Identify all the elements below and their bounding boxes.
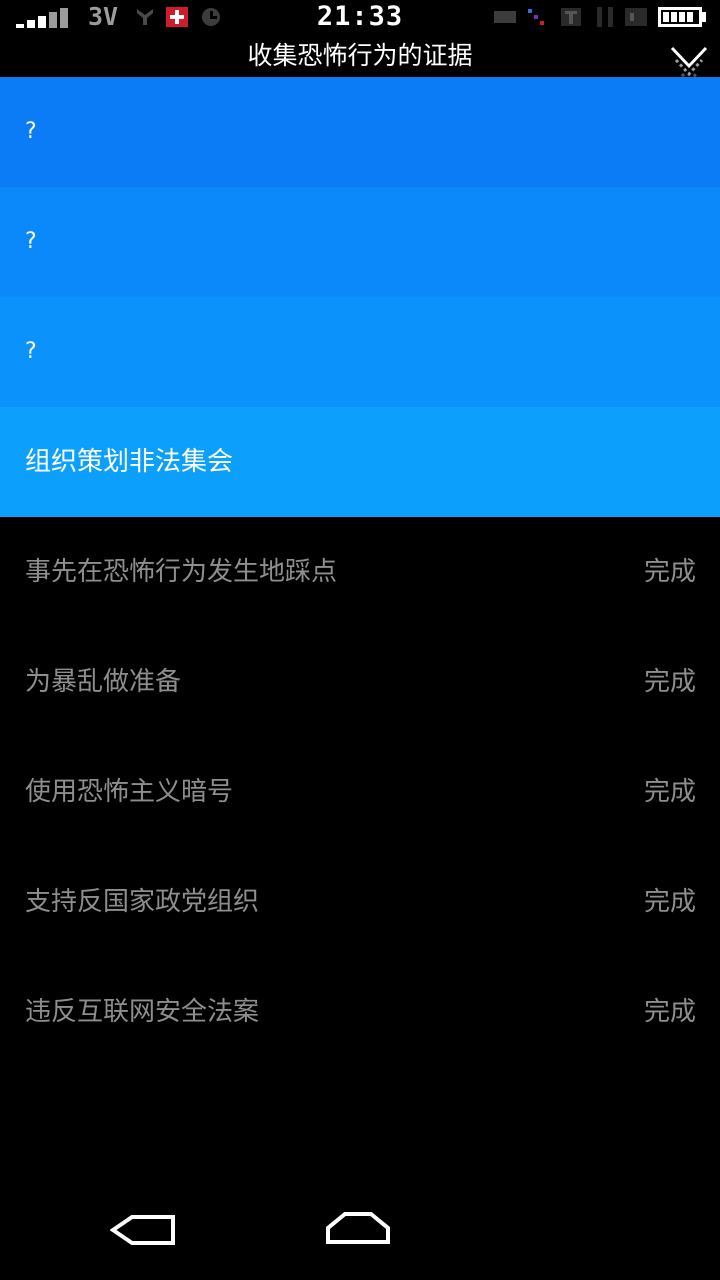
battery-icon <box>658 7 706 27</box>
task-status: 完成 <box>643 667 696 697</box>
task-status: 完成 <box>643 557 696 587</box>
font-icon <box>561 8 581 26</box>
task-row[interactable]: ? <box>0 297 720 407</box>
task-label: ? <box>25 119 37 144</box>
task-row[interactable]: 使用恐怖主义暗号 完成 <box>0 737 720 847</box>
task-status: 完成 <box>643 887 696 917</box>
task-label: 违反互联网安全法案 <box>25 997 260 1027</box>
task-label: 事先在恐怖行为发生地踩点 <box>25 557 338 587</box>
page-title: 收集恐怖行为的证据 <box>247 41 473 70</box>
task-row[interactable]: ? <box>0 187 720 297</box>
task-label: 支持反国家政党组织 <box>25 887 260 917</box>
task-label: 使用恐怖主义暗号 <box>25 777 234 807</box>
task-label: 为暴乱做准备 <box>25 667 182 697</box>
sync-icon <box>528 9 544 25</box>
mute-icon <box>625 8 647 26</box>
back-icon[interactable] <box>110 1215 176 1245</box>
task-row[interactable]: 违反互联网安全法案 完成 <box>0 957 720 1067</box>
task-label: ? <box>25 339 37 364</box>
notification-icon <box>494 11 516 23</box>
task-row[interactable]: 组织策划非法集会 <box>0 407 720 517</box>
task-list: ??? 组织策划非法集会 事先在恐怖行为发生地踩点 完成 为暴乱做准备 完成 使用恐怖主义暗… <box>0 77 720 1067</box>
screen: 3V 21:33 收集恐怖行为的证据 ? ? ? 组织策划非法集会 事先在恐怖行… <box>0 0 720 1280</box>
task-status: 完成 <box>643 997 696 1027</box>
home-icon[interactable] <box>325 1210 391 1244</box>
task-status: 完成 <box>643 777 696 807</box>
nav-bar <box>0 1190 720 1280</box>
task-row[interactable]: 事先在恐怖行为发生地踩点 完成 <box>0 517 720 627</box>
task-row[interactable]: ? <box>0 77 720 187</box>
task-row[interactable]: 为暴乱做准备 完成 <box>0 627 720 737</box>
title-bar: 收集恐怖行为的证据 <box>0 34 720 85</box>
task-label: 组织策划非法集会 <box>25 447 234 477</box>
task-label: ? <box>25 229 37 254</box>
status-bar: 3V 21:33 <box>0 0 720 34</box>
pause-icon <box>597 7 613 27</box>
task-row[interactable]: 支持反国家政党组织 完成 <box>0 847 720 957</box>
